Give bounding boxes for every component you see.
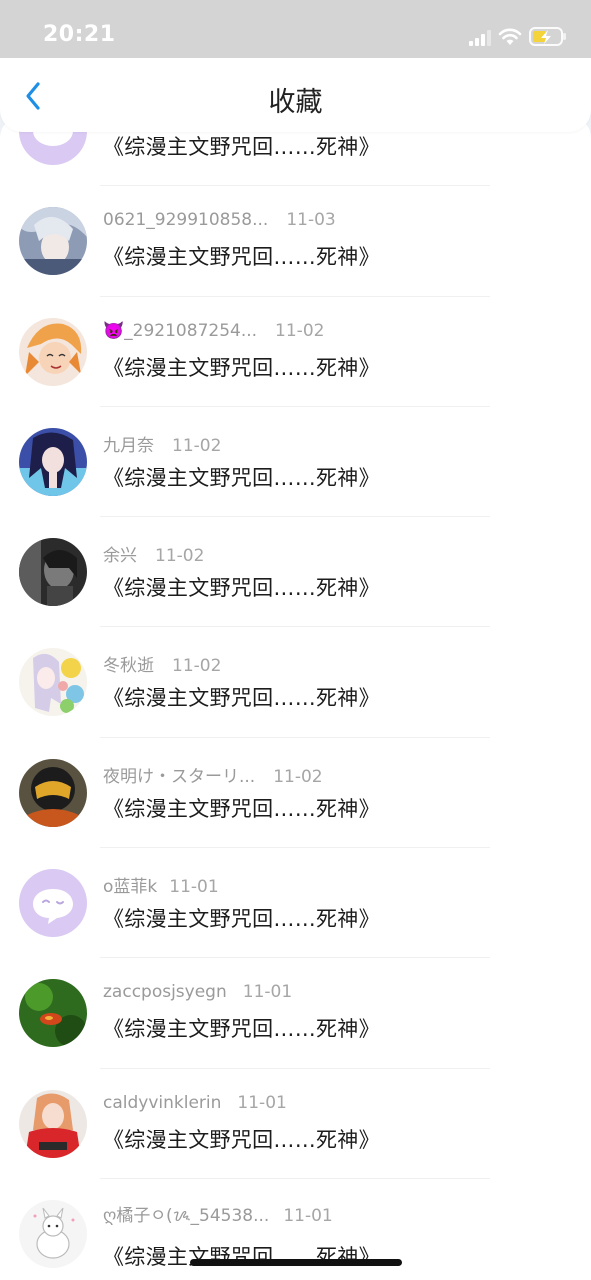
avatar (19, 648, 87, 717)
avatar (19, 979, 87, 1048)
item-date: 11-01 (169, 877, 219, 898)
battery-charging-icon (529, 27, 566, 46)
avatar (19, 758, 87, 827)
user-name: 👿_2921087254... (103, 320, 258, 341)
nav-bar: 收藏 (0, 58, 591, 132)
avatar (19, 1199, 87, 1268)
user-name: caldyvinklerin (103, 1092, 222, 1113)
item-date: 11-02 (275, 320, 325, 341)
page-title: 收藏 (268, 87, 323, 118)
status-time: 20:21 (43, 22, 116, 47)
favorite-message: 《综漫主文野咒回……死神》 (103, 465, 380, 490)
item-date: 11-01 (237, 1092, 287, 1113)
avatar (19, 317, 87, 386)
favorite-message: 《综漫主文野咒回……死神》 (103, 1017, 380, 1042)
favorite-message: 《综漫主文野咒回……死神》 (103, 245, 380, 270)
favorites-list: 《综漫主文野咒回……死神》 0621_929910858... 11-03 《综漫… (0, 116, 591, 1280)
avatar (19, 1089, 87, 1158)
user-name: 九月奈 (103, 435, 154, 456)
favorite-message: 《综漫主文野咒回……死神》 (103, 1127, 380, 1152)
item-date: 11-02 (172, 656, 222, 677)
user-name: 余兴 (103, 546, 137, 567)
avatar (19, 207, 87, 276)
home-indicator (190, 1259, 402, 1266)
list-item[interactable]: 👿_2921087254... 11-02 《综漫主文野咒回……死神》 (0, 297, 591, 408)
cellular-signal-icon (469, 30, 491, 46)
item-date: 11-01 (242, 982, 293, 1003)
favorite-message: 《综漫主文野咒回……死神》 (103, 135, 380, 159)
avatar (19, 538, 87, 607)
list-item[interactable]: o蓝菲k 11-01 《综漫主文野咒回……死神》 (0, 848, 591, 959)
list-item[interactable]: zaccposjsyegn 11-01 《综漫主文野咒回……死神》 (0, 958, 591, 1069)
item-date: 11-02 (273, 766, 323, 787)
user-name: zaccposjsyegn (103, 982, 227, 1003)
item-date: 11-02 (155, 546, 205, 567)
favorite-message: 《综漫主文野咒回……死神》 (103, 796, 380, 821)
list-item[interactable]: 九月奈 11-02 《综漫主文野咒回……死神》 (0, 407, 591, 518)
user-name: 夜明け・スターリ... (103, 766, 256, 787)
favorite-message: 《综漫主文野咒回……死神》 (103, 355, 380, 380)
user-name: 冬秋逝 (103, 656, 154, 677)
item-date: 11-03 (286, 210, 336, 231)
user-name: 0621_929910858... (103, 210, 269, 231)
favorite-message: 《综漫主文野咒回……死神》 (103, 576, 380, 601)
list-item[interactable]: 夜明け・スターリ... 11-02 《综漫主文野咒回……死神》 (0, 738, 591, 849)
favorite-message: 《综漫主文野咒回……死神》 (103, 1244, 380, 1269)
avatar (19, 869, 87, 938)
user-name: ღ橘子ㅇ(ᝰ_54538... (103, 1205, 270, 1226)
favorites-list-container[interactable]: 《综漫主文野咒回……死神》 0621_929910858... 11-03 《综漫… (0, 116, 591, 1280)
favorite-message: 《综漫主文野咒回……死神》 (103, 907, 380, 932)
item-date: 11-01 (283, 1205, 333, 1226)
list-item[interactable]: 余兴 11-02 《综漫主文野咒回……死神》 (0, 517, 591, 628)
item-date: 11-02 (172, 435, 222, 456)
list-item[interactable]: caldyvinklerin 11-01 《综漫主文野咒回……死神》 (0, 1069, 591, 1180)
user-name: o蓝菲k (103, 877, 158, 898)
status-bar: 20:21 (0, 0, 591, 58)
list-item[interactable]: 冬秋逝 11-02 《综漫主文野咒回……死神》 (0, 627, 591, 739)
favorite-message: 《综漫主文野咒回……死神》 (103, 686, 380, 711)
list-item[interactable]: 0621_929910858... 11-03 《综漫主文野咒回……死神》 (0, 186, 591, 297)
avatar (19, 427, 87, 496)
wifi-icon (498, 28, 522, 45)
